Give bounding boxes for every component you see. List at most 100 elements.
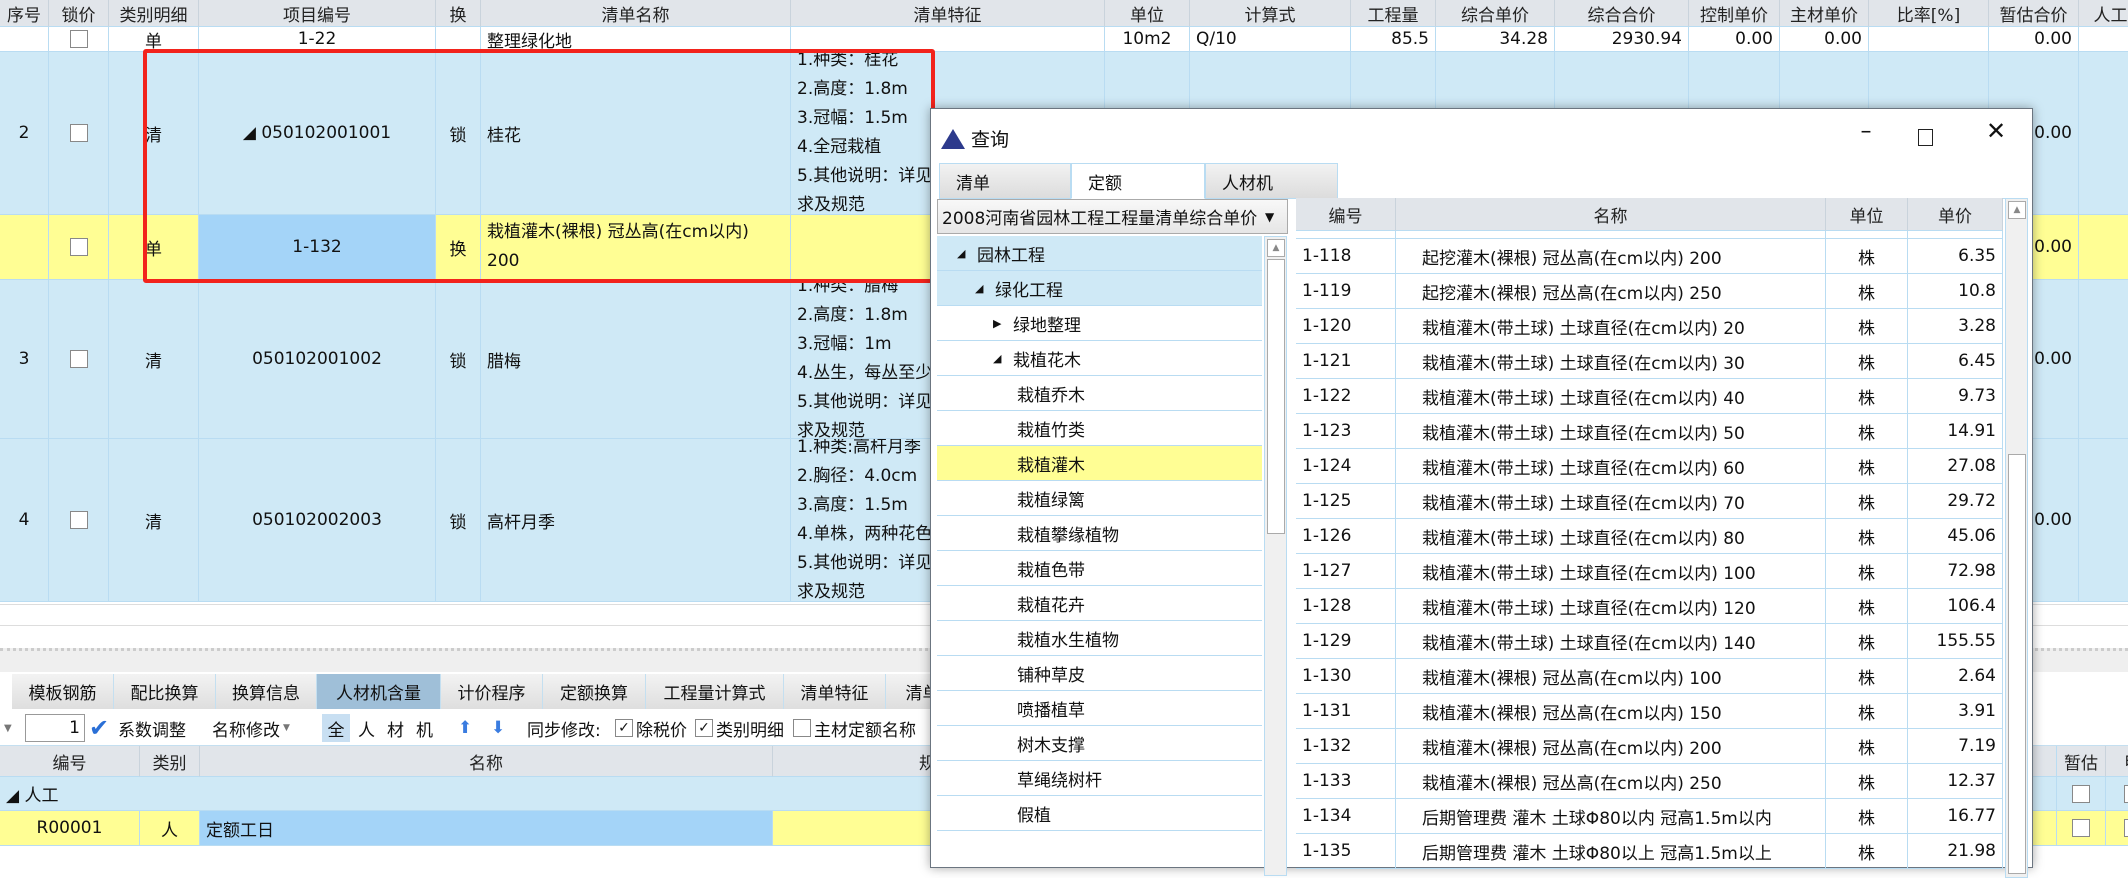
cell-labor[interactable] xyxy=(2079,280,2128,439)
expand-toggle-icon[interactable]: ◢ xyxy=(957,247,965,260)
tree-item[interactable]: 栽植水生植物 xyxy=(937,621,1262,656)
column-header[interactable]: 暂估 xyxy=(2057,746,2106,777)
quota-cell[interactable]: 106.4 xyxy=(1908,589,2003,624)
checkbox[interactable] xyxy=(2072,785,2090,803)
quota-cell[interactable]: 株 xyxy=(1826,624,1908,659)
quota-cell[interactable]: 栽植灌木(带土球) 土球直径(在cm以内) 20 xyxy=(1396,309,1826,344)
quota-cell[interactable]: 1-133 xyxy=(1296,764,1396,799)
quota-cell[interactable]: 株 xyxy=(1826,309,1908,344)
type-checkbox[interactable]: ✓类别明细 xyxy=(695,712,784,744)
cell-name[interactable]: 高杆月季 xyxy=(481,439,791,602)
quota-cell[interactable]: 1-127 xyxy=(1296,554,1396,589)
quota-cell[interactable]: 6.45 xyxy=(1908,344,2003,379)
lock-checkbox[interactable] xyxy=(70,30,88,48)
cell-unit_price[interactable]: 34.28 xyxy=(1436,27,1555,52)
column-header-swap[interactable]: 换 xyxy=(436,0,481,27)
maximize-button[interactable] xyxy=(1918,129,1933,146)
quota-cell[interactable]: 栽植灌木(裸根) 冠丛高(在cm以内) 100 xyxy=(1396,659,1826,694)
checkbox[interactable]: ✓ xyxy=(695,719,713,737)
column-header[interactable]: 编号 xyxy=(0,746,140,777)
scroll-thumb[interactable] xyxy=(1267,259,1285,534)
quota-cell[interactable]: 株 xyxy=(1826,554,1908,589)
column-header[interactable]: 名称 xyxy=(200,746,773,777)
cell-type[interactable]: 人 xyxy=(140,811,200,846)
quota-cell[interactable]: 45.06 xyxy=(1908,519,2003,554)
move-down-icon[interactable]: ⬇ xyxy=(491,712,505,744)
quota-cell[interactable]: 栽植灌木(带土球) 土球直径(在cm以内) 60 xyxy=(1396,449,1826,484)
quota-cell[interactable]: 1-120 xyxy=(1296,309,1396,344)
cell-locked[interactable] xyxy=(49,52,109,215)
lock-checkbox[interactable] xyxy=(70,238,88,256)
column-header-unit[interactable]: 单位 xyxy=(1105,0,1190,27)
quota-cell[interactable]: 栽植灌木(裸根) 冠丛高(在cm以内) 150 xyxy=(1396,694,1826,729)
lock-checkbox[interactable] xyxy=(70,124,88,142)
tree-item[interactable]: 栽植竹类 xyxy=(937,411,1262,446)
column-header-formula[interactable]: 计算式 xyxy=(1190,0,1351,27)
quota-cell[interactable]: 1-135 xyxy=(1296,834,1396,869)
quota-cell[interactable]: 1-128 xyxy=(1296,589,1396,624)
cell-est_total[interactable]: 0.00 xyxy=(1989,27,2079,52)
quota-cell[interactable]: 株 xyxy=(1826,344,1908,379)
quota-cell[interactable]: 株 xyxy=(1826,379,1908,414)
tree-item[interactable]: 栽植色带 xyxy=(937,551,1262,586)
cell-checkbox[interactable] xyxy=(2106,777,2128,811)
quota-cell[interactable]: 栽植灌木(带土球) 土球直径(在cm以内) 30 xyxy=(1396,344,1826,379)
column-header-seq[interactable]: 序号 xyxy=(0,0,49,27)
column-header-type[interactable]: 类别明细 xyxy=(109,0,199,27)
column-header[interactable]: 编号 xyxy=(1296,198,1396,231)
quota-cell[interactable]: 株 xyxy=(1826,694,1908,729)
tree-item[interactable]: 树木支撑 xyxy=(937,726,1262,761)
quota-cell[interactable]: 株 xyxy=(1826,729,1908,764)
quota-cell[interactable]: 1-130 xyxy=(1296,659,1396,694)
quota-cell[interactable]: 155.55 xyxy=(1908,624,2003,659)
quota-cell[interactable]: 29.72 xyxy=(1908,484,2003,519)
quota-cell[interactable]: 7.19 xyxy=(1908,729,2003,764)
quota-cell[interactable]: 株 xyxy=(1826,414,1908,449)
column-header-ctrl_price[interactable]: 控制单价 xyxy=(1689,0,1780,27)
tree-item[interactable]: 栽植乔木 xyxy=(937,376,1262,411)
quota-cell[interactable]: 1-121 xyxy=(1296,344,1396,379)
cell-checkbox[interactable] xyxy=(2106,811,2128,846)
minimize-button[interactable]: – xyxy=(1851,119,1881,149)
quota-cell[interactable]: 1-131 xyxy=(1296,694,1396,729)
quota-cell[interactable]: 3.91 xyxy=(1908,694,2003,729)
quota-cell[interactable]: 株 xyxy=(1826,764,1908,799)
tree-item[interactable]: 草绳绕树杆 xyxy=(937,761,1262,796)
cell-ctrl_price[interactable]: 0.00 xyxy=(1689,27,1780,52)
quota-cell[interactable]: 株 xyxy=(1826,274,1908,309)
lock-checkbox[interactable] xyxy=(70,511,88,529)
quota-cell[interactable]: 1-129 xyxy=(1296,624,1396,659)
column-header-labor[interactable]: 人工单 xyxy=(2079,0,2128,27)
bottom-tab[interactable]: 定额换算 xyxy=(543,674,646,709)
filter-all[interactable]: 全 xyxy=(322,714,350,742)
quota-cell[interactable]: 6.35 xyxy=(1908,239,2003,274)
cell-labor[interactable] xyxy=(2079,52,2128,215)
checkbox[interactable]: ✓ xyxy=(615,719,633,737)
dropdown-arrow-icon[interactable]: ▼ xyxy=(4,712,12,744)
quota-cell[interactable]: 1-122 xyxy=(1296,379,1396,414)
tree-item[interactable]: 栽植绿篱 xyxy=(937,481,1262,516)
quota-cell[interactable]: 21.98 xyxy=(1908,834,2003,869)
column-header[interactable]: 类别 xyxy=(140,746,200,777)
quota-cell[interactable]: 1-132 xyxy=(1296,729,1396,764)
cell-checkbox[interactable] xyxy=(2057,811,2106,846)
library-select[interactable]: 2008河南省园林工程工程量清单综合单价 ▼ xyxy=(937,199,1288,234)
quota-cell[interactable]: 栽植灌木(带土球) 土球直径(在cm以内) 140 xyxy=(1396,624,1826,659)
cell-swap[interactable]: 锁 xyxy=(436,280,481,439)
expand-toggle-icon[interactable]: ▶ xyxy=(993,317,1001,330)
quota-cell[interactable]: 株 xyxy=(1826,484,1908,519)
checkbox[interactable] xyxy=(2124,785,2128,803)
checkbox[interactable] xyxy=(793,719,811,737)
quota-cell[interactable]: 9.73 xyxy=(1908,379,2003,414)
cell-type[interactable]: 清 xyxy=(109,439,199,602)
dialog-tab[interactable]: 清单 xyxy=(939,163,1071,199)
bottom-tab[interactable]: 人材机含量 xyxy=(317,674,441,709)
cell-ratio[interactable] xyxy=(1869,27,1989,52)
quota-cell[interactable]: 12.37 xyxy=(1908,764,2003,799)
tax-checkbox[interactable]: ✓除税价 xyxy=(615,712,687,744)
quota-cell[interactable]: 10.8 xyxy=(1908,274,2003,309)
tree-item[interactable]: 假植 xyxy=(937,796,1262,831)
expand-toggle-icon[interactable]: ◢ xyxy=(975,282,983,295)
column-header[interactable]: 名称 xyxy=(1396,198,1826,231)
quota-cell[interactable]: 72.98 xyxy=(1908,554,2003,589)
